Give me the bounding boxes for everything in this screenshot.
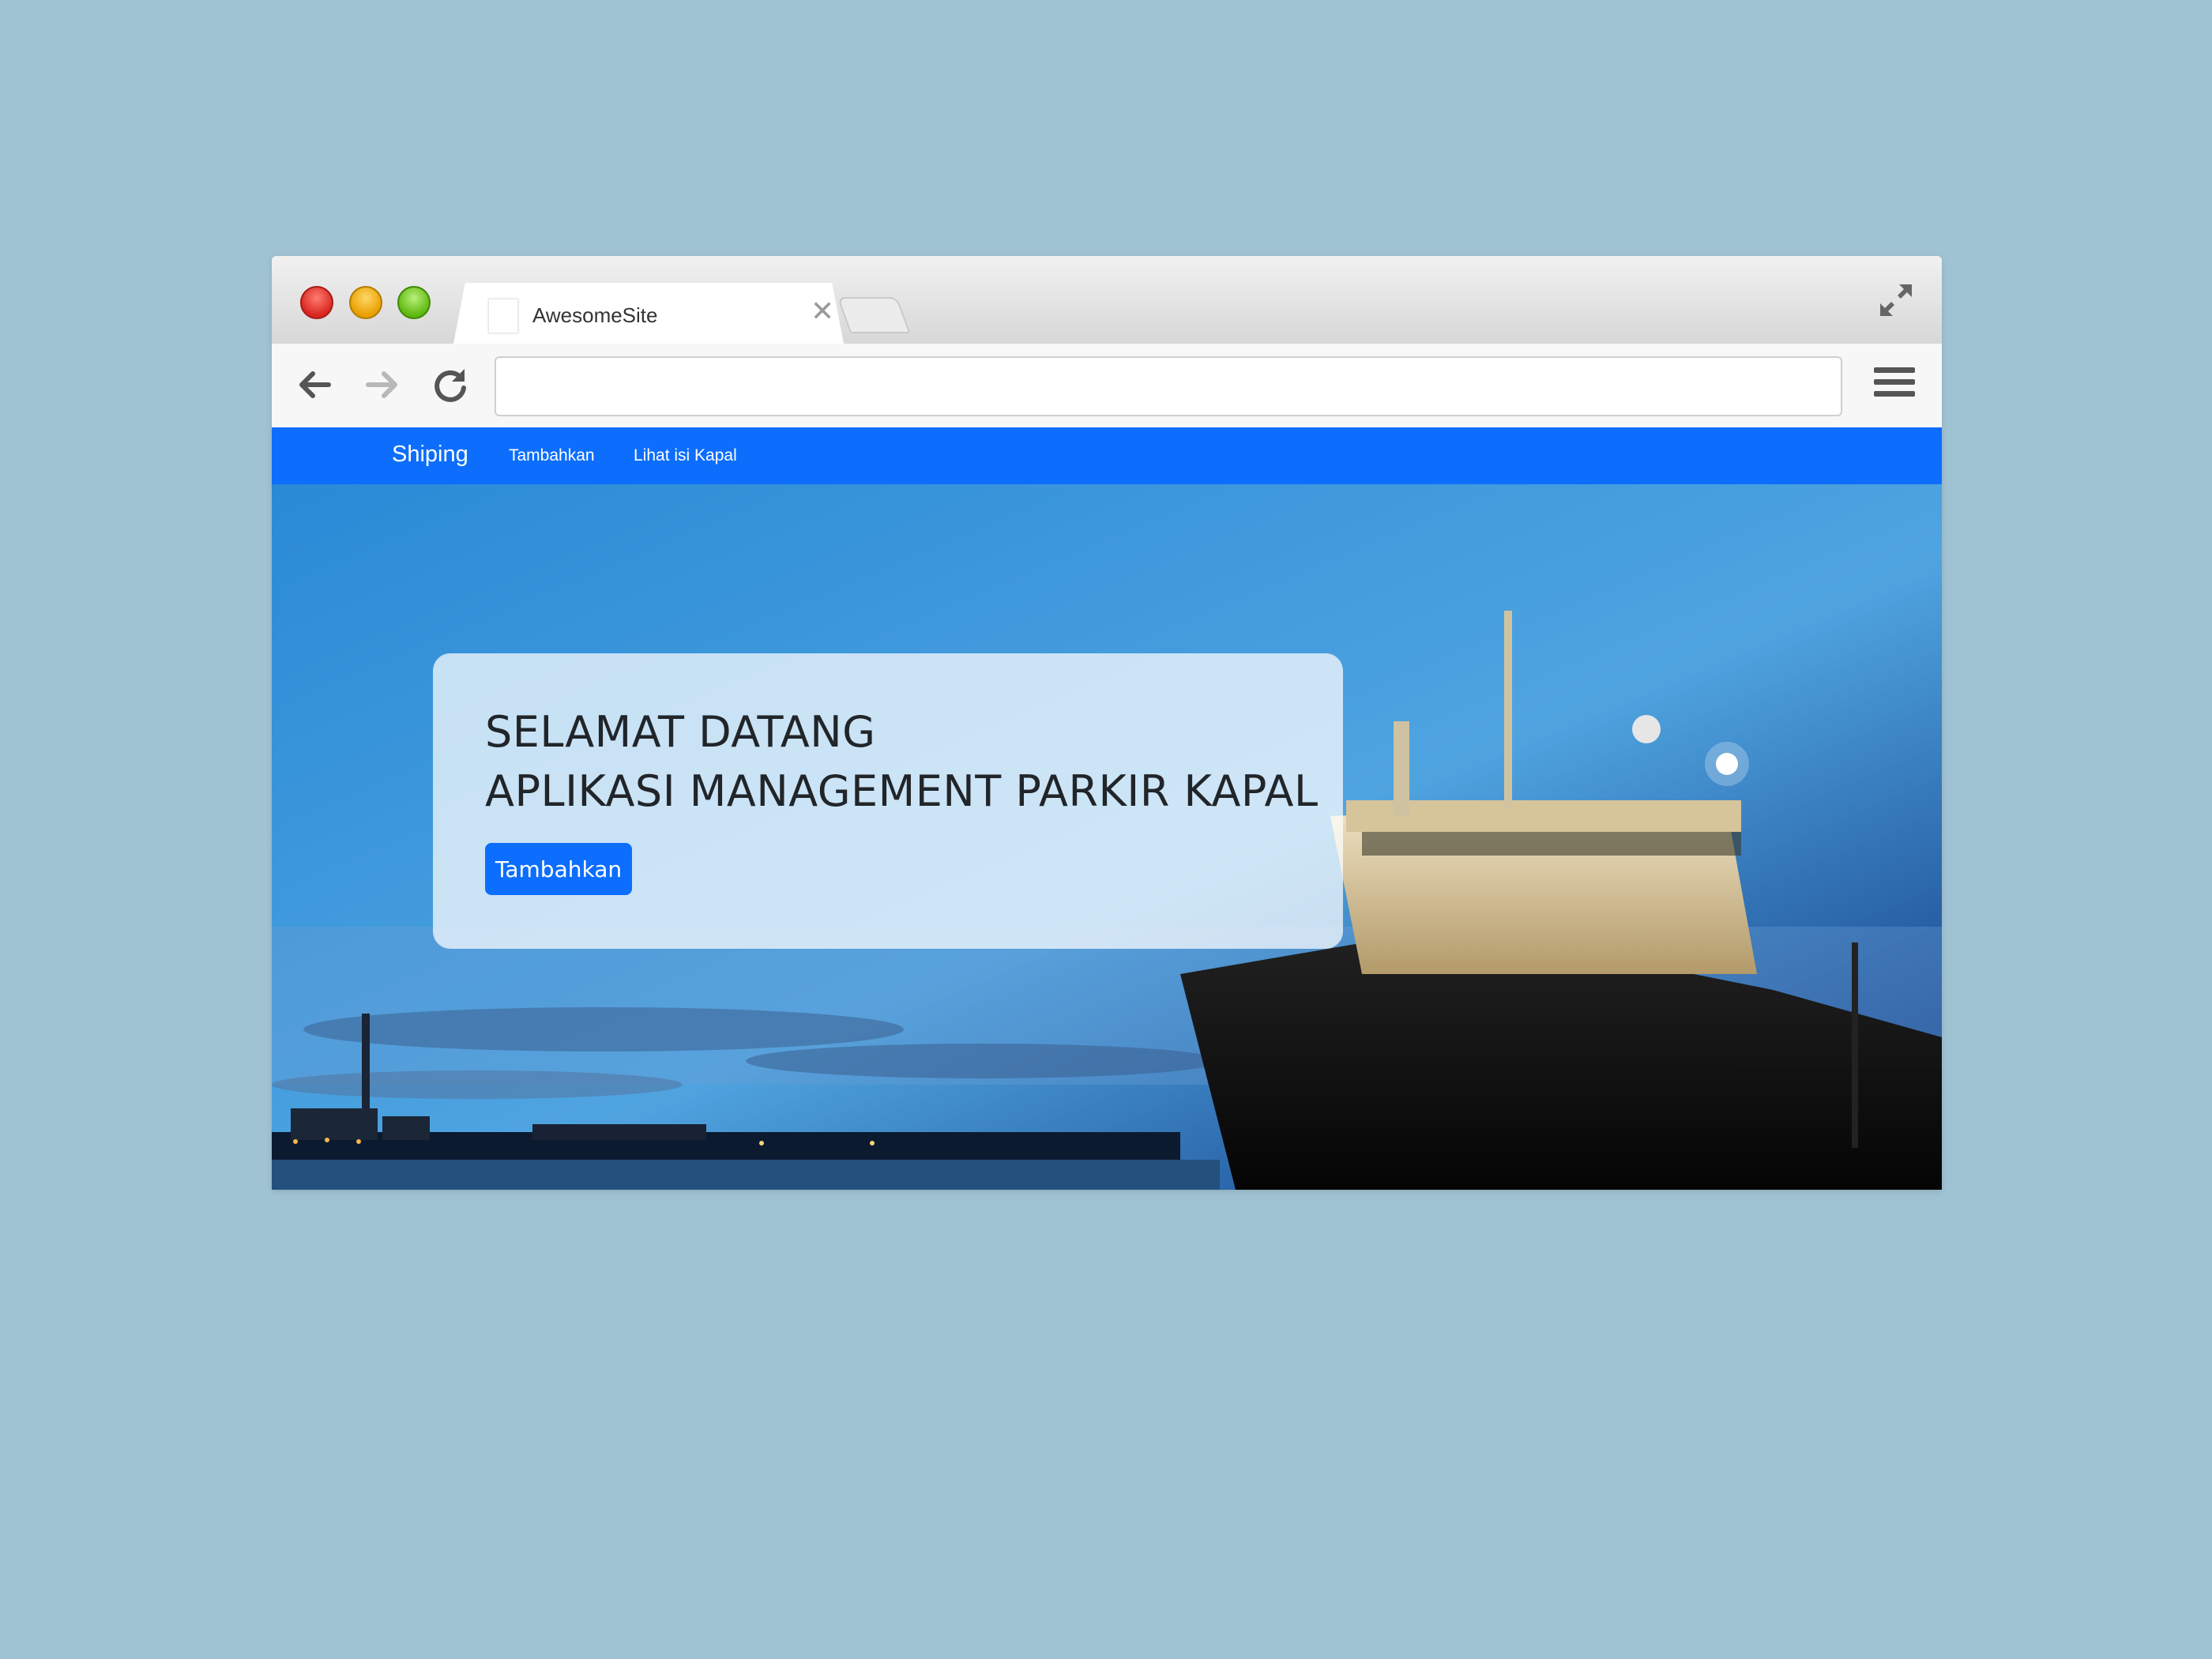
nav-link-tambahkan[interactable]: Tambahkan [509,446,595,465]
nav-link-lihat-isi-kapal[interactable]: Lihat isi Kapal [634,446,737,465]
close-icon[interactable]: ✕ [811,297,834,325]
hero-banner: SELAMAT DATANG APLIKASI MANAGEMENT PARKI… [272,484,1942,1190]
welcome-heading: SELAMAT DATANG [485,707,876,757]
maximize-window-button[interactable] [397,286,431,319]
reload-icon[interactable] [430,364,471,405]
welcome-card: SELAMAT DATANG APLIKASI MANAGEMENT PARKI… [433,653,1343,949]
site-navbar: Shiping Tambahkan Lihat isi Kapal [272,427,1942,484]
app-title-heading: APLIKASI MANAGEMENT PARKIR KAPAL [485,766,1319,816]
hamburger-menu-icon[interactable] [1874,367,1915,404]
navbar-brand[interactable]: Shiping [392,442,468,468]
new-tab-button[interactable] [837,297,911,333]
back-arrow-icon[interactable] [294,364,335,405]
web-page: Shiping Tambahkan Lihat isi Kapal SELAMA… [272,427,1942,1190]
browser-window: AwesomeSite ✕ Shiping Tambahkan Lihat is… [272,256,1942,1190]
browser-toolbar [272,344,1942,428]
fullscreen-icon[interactable] [1877,281,1915,319]
page-icon [488,299,518,333]
browser-tab[interactable]: AwesomeSite ✕ [453,283,844,344]
tambahkan-button[interactable]: Tambahkan [485,843,632,895]
tab-bar: AwesomeSite ✕ [272,256,1942,344]
close-window-button[interactable] [300,286,333,319]
minimize-window-button[interactable] [349,286,382,319]
forward-arrow-icon[interactable] [362,364,403,405]
address-bar[interactable] [495,356,1842,416]
tab-title: AwesomeSite [532,303,658,327]
